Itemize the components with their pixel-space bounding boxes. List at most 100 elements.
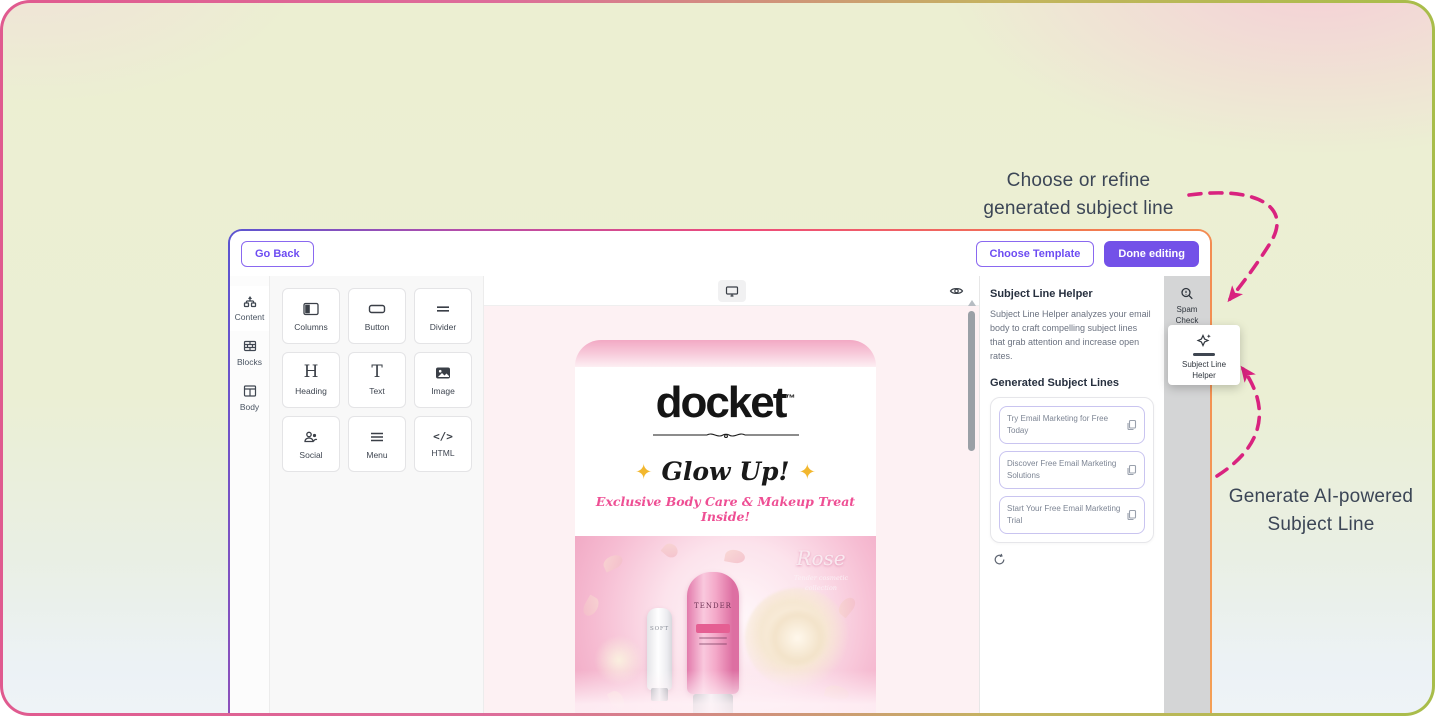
palette-item-label: Divider	[430, 322, 456, 332]
panel-description: Subject Line Helper analyzes your email …	[990, 308, 1154, 364]
scrollbar-thumb[interactable]	[968, 311, 975, 451]
email-document[interactable]: docket™ ✦ Glow Up! ✦ Exc	[575, 340, 876, 713]
tube-large-line	[699, 637, 727, 639]
heading-icon: H	[304, 364, 319, 381]
palette-item-social[interactable]: Social	[282, 416, 340, 472]
rose-flower-small-graphic	[593, 636, 645, 684]
panel-title: Subject Line Helper	[990, 288, 1154, 300]
petal-graphic	[702, 705, 720, 713]
desktop-preview-button[interactable]	[718, 280, 746, 302]
bricks-icon	[242, 338, 258, 354]
petal-graphic	[724, 548, 746, 564]
palette-item-html[interactable]: </> HTML	[414, 416, 472, 472]
hero-image-block[interactable]: SOFT TENDER	[575, 536, 876, 713]
content-block-palette: Columns Button	[270, 276, 484, 713]
palette-item-label: Social	[299, 450, 322, 460]
copy-icon[interactable]	[1126, 464, 1137, 476]
tagline-block[interactable]: Exclusive Body Care & Makeup Treat Insid…	[575, 494, 876, 536]
suggestion-text: Start Your Free Email Marketing Trial	[1007, 503, 1121, 527]
tab-body[interactable]: Body	[230, 376, 269, 421]
palette-item-label: Columns	[294, 322, 328, 332]
tube-small-cap	[651, 688, 668, 701]
button-icon	[367, 301, 387, 317]
headline-block[interactable]: ✦ Glow Up! ✦	[575, 457, 876, 486]
palette-item-text[interactable]: T Text	[348, 352, 406, 408]
palette-item-columns[interactable]: Columns	[282, 288, 340, 344]
subject-line-helper-button[interactable]: Subject Line Helper	[1168, 325, 1240, 385]
brand-logo-block[interactable]: docket™	[575, 381, 876, 425]
petal-graphic	[661, 541, 681, 561]
scrollbar-up-arrow[interactable]	[968, 300, 976, 306]
label-line: Check	[1176, 316, 1199, 325]
sparkle-wand-icon	[1194, 332, 1214, 350]
palette-item-image[interactable]: Image	[414, 352, 472, 408]
canvas-toolbar	[484, 276, 979, 306]
palette-grid: Columns Button	[282, 288, 471, 472]
annotation-line: generated subject line	[971, 195, 1186, 223]
columns-icon	[302, 301, 320, 317]
palette-item-button[interactable]: Button	[348, 288, 406, 344]
petal-graphic	[580, 595, 601, 619]
generated-subject-lines-card: Try Email Marketing for Free Today Disc	[990, 397, 1154, 543]
go-back-button[interactable]: Go Back	[241, 241, 314, 267]
label-line: Subject Line	[1182, 360, 1226, 369]
subject-line-suggestion[interactable]: Discover Free Email Marketing Solutions	[999, 451, 1145, 489]
hero-script-subtitle: Tender cosmetic collection	[778, 574, 864, 594]
divider-icon	[434, 301, 452, 317]
tube-large-band	[696, 624, 730, 633]
subject-line-suggestion[interactable]: Start Your Free Email Marketing Trial	[999, 496, 1145, 534]
copy-icon[interactable]	[1126, 419, 1137, 431]
spam-check-button[interactable]: Spam Check	[1176, 286, 1199, 327]
email-header-gradient[interactable]	[575, 340, 876, 367]
email-editor-window: Go Back Choose Template Done editing	[228, 229, 1212, 713]
palette-item-heading[interactable]: H Heading	[282, 352, 340, 408]
palette-item-divider[interactable]: Divider	[414, 288, 472, 344]
headline-text: Glow Up!	[661, 457, 789, 486]
copy-icon[interactable]	[1126, 509, 1137, 521]
petal-graphic	[824, 683, 851, 702]
choose-template-button[interactable]: Choose Template	[976, 241, 1095, 267]
ornamental-divider	[651, 431, 801, 443]
topbar-actions: Choose Template Done editing	[976, 241, 1199, 267]
email-editor-surface: Go Back Choose Template Done editing	[230, 231, 1210, 713]
desktop-icon	[725, 285, 739, 298]
magnifier-icon	[1179, 286, 1195, 302]
canvas-scrollbar[interactable]	[968, 309, 976, 713]
petal-graphic	[601, 552, 625, 572]
subject-line-suggestion[interactable]: Try Email Marketing for Free Today	[999, 406, 1145, 444]
annotation-line: Generate AI-powered	[1221, 483, 1421, 511]
tab-content[interactable]: Content	[230, 286, 269, 331]
menu-icon	[368, 429, 386, 445]
email-canvas[interactable]: docket™ ✦ Glow Up! ✦ Exc	[484, 276, 979, 713]
label-line: Helper	[1192, 371, 1216, 380]
preview-eye-button[interactable]	[945, 280, 967, 302]
sparkle-icon: ✦	[635, 460, 653, 484]
spam-check-label: Spam Check	[1176, 305, 1199, 327]
palette-item-menu[interactable]: Menu	[348, 416, 406, 472]
social-icon	[302, 429, 320, 445]
label-line: Spam	[1177, 305, 1198, 314]
tab-blocks[interactable]: Blocks	[230, 331, 269, 376]
image-icon	[434, 365, 452, 381]
annotation-line: Subject Line	[1221, 511, 1421, 539]
annotation-refine-subject-line: Choose or refine generated subject line	[971, 167, 1186, 222]
page-frame: Choose or refine generated subject line …	[0, 0, 1435, 716]
trademark-mark: ™	[785, 393, 795, 404]
palette-item-label: Button	[365, 322, 390, 332]
palette-item-label: Text	[369, 386, 385, 396]
palette-item-label: Heading	[295, 386, 327, 396]
page-background: Choose or refine generated subject line …	[3, 3, 1432, 713]
tube-small-label: SOFT	[650, 626, 669, 632]
tab-label: Blocks	[237, 357, 262, 367]
eye-icon	[949, 285, 964, 297]
tube-large-line	[699, 643, 727, 645]
palette-item-label: Menu	[366, 450, 387, 460]
email-body: docket™ ✦ Glow Up! ✦ Exc	[575, 367, 876, 713]
done-editing-button[interactable]: Done editing	[1104, 241, 1199, 267]
cosmetic-tube-large: TENDER	[687, 572, 739, 694]
palette-item-label: Image	[431, 386, 455, 396]
regenerate-button[interactable]	[992, 552, 1007, 567]
sparkle-icon: ✦	[799, 460, 817, 484]
tab-label: Body	[240, 402, 259, 412]
petal-graphic	[607, 689, 627, 713]
